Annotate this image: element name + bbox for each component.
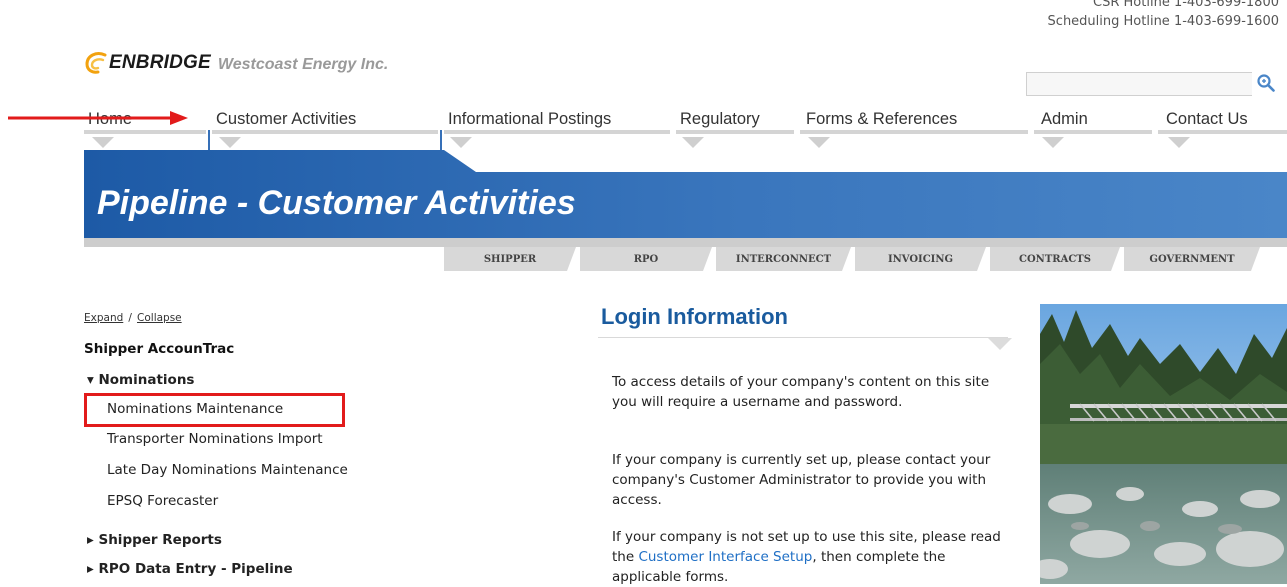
subtab-contracts[interactable]: CONTRACTS [990,247,1120,271]
nav-divider [208,130,210,152]
nav-underline [1158,130,1287,134]
nav-regulatory[interactable]: Regulatory [680,110,760,129]
nav-underline [444,130,670,134]
content-title: Login Information [601,304,788,329]
annotation-arrow-icon [8,111,188,125]
menu-item-late-day-nominations-maintenance[interactable]: Late Day Nominations Maintenance [107,462,348,478]
subtab-rpo[interactable]: RPO [580,247,712,271]
subtab-interconnect[interactable]: INTERCONNECT [716,247,851,271]
nav-underline [800,130,1028,134]
river-bridge-photo [1040,304,1287,584]
paragraph-setup: If your company is currently set up, ple… [612,452,991,508]
expand-link[interactable]: Expand [84,312,123,324]
caret-down-icon [219,137,241,148]
caret-down-icon [808,137,830,148]
group-rpo-data-entry[interactable]: ▸ RPO Data Entry - Pipeline [87,561,293,577]
section-heading: Shipper AccounTrac [84,341,235,357]
nav-divider [440,130,442,152]
page-title: Pipeline - Customer Activities [97,184,576,222]
search-button[interactable] [1252,72,1280,96]
collapse-link[interactable]: Collapse [137,312,182,324]
nav-customer-activities[interactable]: Customer Activities [216,110,356,129]
caret-down-icon [1168,137,1190,148]
enbridge-logo[interactable]: ENBRIDGE Westcoast Energy Inc. [84,50,388,76]
search-input[interactable] [1026,72,1253,96]
enbridge-swirl-icon [85,52,107,74]
caret-down-icon [450,137,472,148]
caret-down-icon [1042,137,1064,148]
expand-collapse-separator: / [128,312,132,324]
magnifier-icon [1257,73,1275,92]
customer-interface-setup-link[interactable]: Customer Interface Setup [638,549,812,565]
paragraph-access: To access details of your company's cont… [612,374,990,410]
caret-down-icon [988,338,1012,350]
scheduling-hotline: Scheduling Hotline 1-403-699-1600 [1047,14,1279,29]
nav-underline [676,130,794,134]
menu-item-transporter-nominations-import[interactable]: Transporter Nominations Import [107,431,323,447]
caret-down-icon [92,137,114,148]
nav-forms-references[interactable]: Forms & References [806,110,957,129]
subtab-invoicing[interactable]: INVOICING [855,247,986,271]
logo-brand-text: ENBRIDGE [109,52,211,73]
subtab-government[interactable]: GOVERNMENT [1124,247,1260,271]
nav-informational-postings[interactable]: Informational Postings [448,110,611,129]
group-nominations[interactable]: ▾ Nominations [87,372,194,388]
logo-sub-text: Westcoast Energy Inc. [217,55,389,73]
nav-underline [1034,130,1152,134]
group-shipper-reports[interactable]: ▸ Shipper Reports [87,532,222,548]
nav-admin[interactable]: Admin [1041,110,1088,129]
paragraph-not-setup: If your company is not set up to use thi… [612,527,1012,587]
menu-item-epsq-forecaster[interactable]: EPSQ Forecaster [107,493,218,509]
caret-down-icon [682,137,704,148]
expand-collapse: Expand / Collapse [84,306,182,325]
subtab-shipper[interactable]: SHIPPER [444,247,576,271]
csr-hotline: CSR Hotline 1-403-699-1800 [1093,0,1279,10]
nav-underline [84,130,206,134]
title-divider [598,337,1008,338]
nav-contact-us[interactable]: Contact Us [1166,110,1248,129]
banner-band [84,238,1287,247]
nav-underline [212,130,438,134]
annotation-highlight-box [84,393,345,427]
